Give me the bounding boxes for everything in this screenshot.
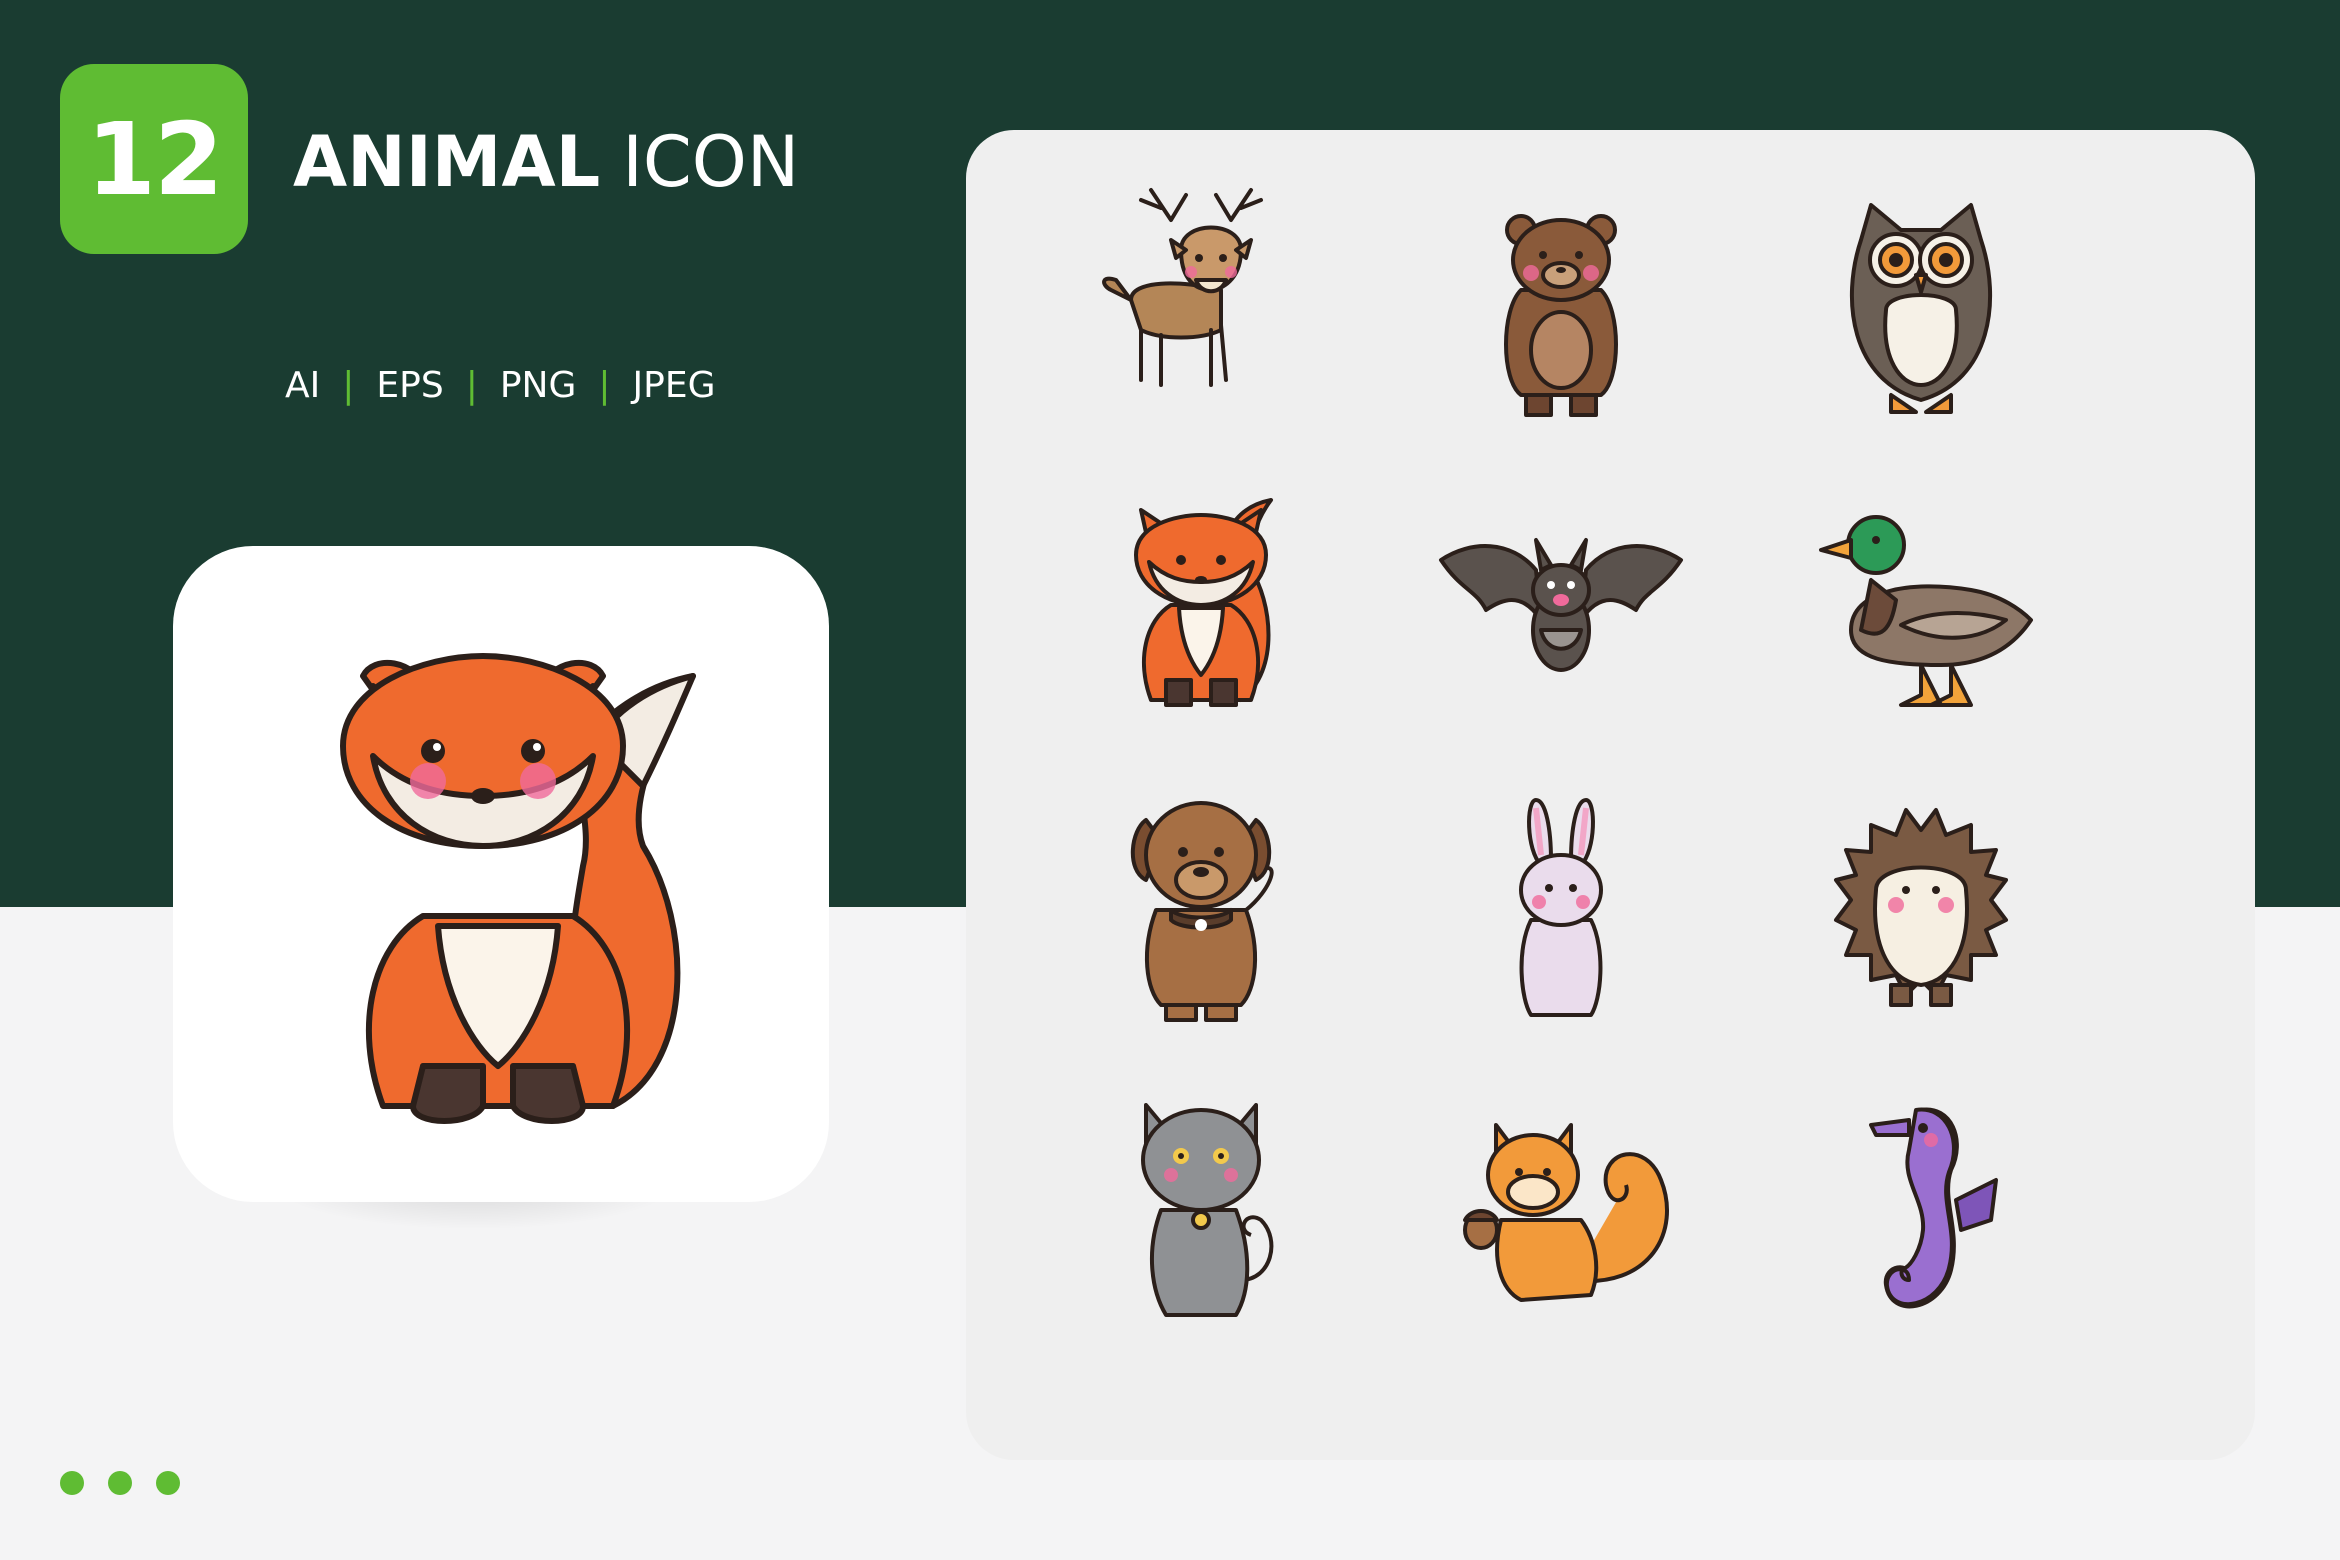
grid-cell-fox — [1071, 480, 1331, 740]
grid-cell-owl — [1791, 180, 2051, 440]
bat-icon — [1439, 538, 1683, 672]
grid-cell-bear — [1431, 180, 1691, 440]
hero-card — [173, 546, 829, 1202]
file-formats: AI | EPS | PNG | JPEG — [285, 365, 716, 406]
grid-cell-seahorse — [1791, 1080, 2051, 1340]
pager-dots — [60, 1471, 180, 1495]
rabbit-icon — [1519, 798, 1603, 1017]
format-eps: EPS — [376, 365, 444, 406]
format-png: PNG — [499, 365, 577, 406]
duck-icon — [1819, 515, 2033, 707]
cat-icon — [1141, 1103, 1274, 1317]
format-separator: | — [598, 365, 611, 406]
grid-cell-bat — [1431, 480, 1691, 740]
format-separator: | — [342, 365, 355, 406]
grid-cell-hedgehog — [1791, 780, 2051, 1040]
seahorse-icon — [1869, 1107, 1998, 1309]
title-bold: ANIMAL — [293, 121, 601, 203]
grid-cell-duck — [1791, 480, 2051, 740]
icon-count-badge: 12 — [60, 64, 248, 254]
grid-cell-deer — [1071, 180, 1331, 440]
squirrel-icon — [1463, 1123, 1669, 1302]
pager-dot[interactable] — [156, 1471, 180, 1495]
grid-cell-dog — [1071, 780, 1331, 1040]
owl-icon — [1849, 203, 1993, 414]
fox-icon — [340, 653, 696, 1124]
format-jpeg: JPEG — [632, 365, 716, 406]
title-light: ICON — [622, 121, 800, 203]
pager-dot[interactable] — [108, 1471, 132, 1495]
page-title: ANIMAL ICON — [293, 112, 799, 212]
grid-cell-squirrel — [1431, 1080, 1691, 1340]
format-separator: | — [465, 365, 478, 406]
bear-icon — [1504, 214, 1618, 417]
pager-dot[interactable] — [60, 1471, 84, 1495]
format-ai: AI — [285, 365, 321, 406]
hedgehog-icon — [1834, 808, 2008, 1007]
grid-cell-cat — [1071, 1080, 1331, 1340]
fox-icon — [1134, 498, 1273, 707]
icon-grid-card — [966, 130, 2255, 1460]
dog-icon — [1130, 801, 1274, 1022]
deer-icon — [1102, 188, 1263, 387]
grid-cell-rabbit — [1431, 780, 1691, 1040]
